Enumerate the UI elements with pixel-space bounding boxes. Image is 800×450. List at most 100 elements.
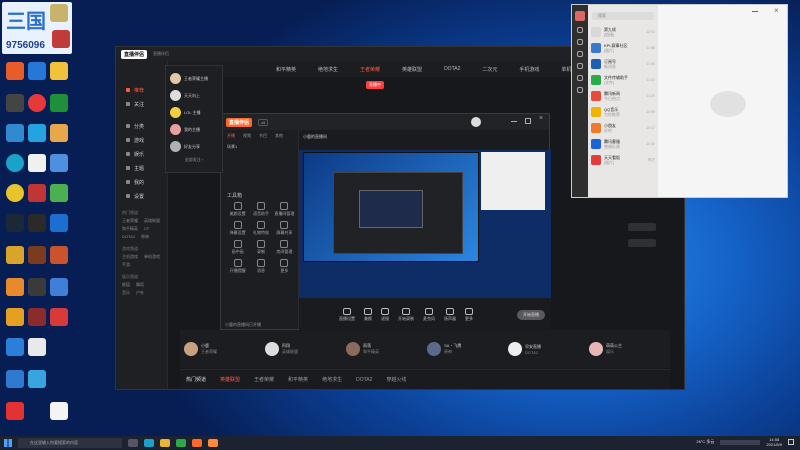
app-icon[interactable]	[6, 278, 24, 296]
following-item[interactable]: 我的主播	[166, 121, 222, 138]
tool-item[interactable]: 美颜设置	[226, 202, 249, 217]
tab-0[interactable]: 开播	[227, 133, 235, 139]
dropdown-footer-link[interactable]: 全部关注 ›	[166, 157, 222, 163]
maximize-icon[interactable]	[525, 118, 531, 124]
app-icon[interactable]	[52, 30, 70, 48]
control-button[interactable]: 扬声器	[444, 307, 456, 322]
top-nav-item[interactable]: 手机游戏	[519, 66, 539, 73]
app-icon[interactable]	[28, 246, 46, 264]
moments-icon[interactable]	[577, 75, 583, 81]
chat-item[interactable]: 小朋友 好的 10:47	[588, 120, 658, 136]
tool-item[interactable]: 消息	[249, 259, 272, 274]
following-item[interactable]: 天天向上	[166, 87, 222, 104]
sidebar-group-row[interactable]: 主机游戏 单机游戏	[116, 253, 167, 261]
top-nav-item[interactable]: DOTA2	[444, 66, 460, 72]
notification-icon[interactable]	[788, 439, 794, 445]
file-icon[interactable]	[28, 154, 46, 172]
sidebar-item[interactable]: 游戏	[116, 133, 167, 147]
stream-card[interactable]: 早安直播 DOTA2	[508, 342, 582, 356]
sidebar-item[interactable]: 娱乐	[116, 147, 167, 161]
contacts-icon[interactable]	[577, 39, 583, 45]
app-icon[interactable]	[28, 214, 46, 232]
sidebar-group-row[interactable]: DOTA2 原神	[116, 233, 167, 241]
chat-item[interactable]: 腾讯客服 感谢反馈 10:30	[588, 136, 658, 152]
minimize-icon[interactable]	[752, 11, 758, 12]
hot-tab[interactable]: 和平精英	[288, 376, 308, 383]
app-icon[interactable]	[6, 338, 24, 356]
control-button[interactable]: 麦克风	[423, 307, 435, 322]
close-icon[interactable]: ×	[774, 6, 779, 15]
sidebar-item[interactable]: 我的	[116, 175, 167, 189]
top-nav-item[interactable]: 和平精英	[276, 66, 296, 73]
folder-icon[interactable]	[160, 439, 170, 447]
tool-item[interactable]: 弹幕设置	[226, 221, 249, 236]
hot-tab[interactable]: DOTA2	[356, 377, 372, 383]
app-icon[interactable]	[28, 338, 46, 356]
app-icon[interactable]	[28, 278, 46, 296]
scene-label[interactable]: 场景1	[221, 142, 298, 152]
tab-2[interactable]: 节目	[259, 133, 267, 139]
streamer-app-icon[interactable]	[192, 439, 202, 447]
app-icon[interactable]	[6, 94, 24, 112]
stream-card[interactable]: 雨落 和平精英	[346, 342, 420, 356]
tool-item[interactable]: 更多	[273, 259, 296, 274]
edge-icon[interactable]	[6, 154, 24, 172]
steam-icon[interactable]	[6, 214, 24, 232]
avatar[interactable]	[575, 11, 585, 21]
app-icon[interactable]	[50, 62, 68, 80]
tool-item[interactable]: 房间管理	[273, 240, 296, 255]
start-live-button[interactable]: 开始直播	[517, 310, 545, 320]
side-panel-button[interactable]	[628, 223, 656, 231]
minimize-icon[interactable]	[511, 121, 517, 122]
app-icon[interactable]	[50, 214, 68, 232]
app-icon[interactable]	[6, 308, 24, 326]
stream-card[interactable]: 萌萌公主 娱乐	[589, 342, 663, 356]
hot-tab[interactable]: 绝地求生	[322, 376, 342, 383]
chat-item[interactable]: 第九帧 [链接] 12:01	[588, 24, 658, 40]
control-button[interactable]: 直播设置	[339, 307, 355, 322]
app-icon[interactable]	[50, 4, 68, 22]
file-icon[interactable]	[50, 402, 68, 420]
side-panel-button[interactable]	[628, 239, 656, 247]
following-item[interactable]: LOL 主播	[166, 104, 222, 121]
settings-icon[interactable]	[577, 87, 583, 93]
app-icon[interactable]	[208, 439, 218, 447]
weather[interactable]: 26°C 多云	[696, 439, 714, 445]
tray-icons[interactable]	[720, 439, 761, 445]
tool-item[interactable]: 语音助手	[249, 202, 272, 217]
sidebar-group-row[interactable]: 王者荣耀 英雄联盟	[116, 217, 167, 225]
chat-item[interactable]: QQ音乐 为你推荐 10:59	[588, 104, 658, 120]
folder-icon[interactable]	[577, 63, 583, 69]
app-icon[interactable]	[50, 278, 68, 296]
app-icon[interactable]	[6, 62, 24, 80]
app-icon[interactable]	[6, 402, 24, 420]
control-button[interactable]: 滤镜	[381, 307, 389, 322]
sidebar-group-row[interactable]: 颜值 舞蹈	[116, 281, 167, 289]
app-icon[interactable]	[50, 154, 68, 172]
wechat-icon[interactable]	[176, 439, 186, 447]
stream-card[interactable]: SA・飞鹰 原神	[427, 342, 501, 356]
sidebar-item[interactable]: 分类	[116, 119, 167, 133]
avatar[interactable]	[471, 117, 481, 127]
app-icon[interactable]	[50, 308, 68, 326]
taskbar-search-input[interactable]: 在这里输入你要搜索的内容	[18, 438, 122, 448]
app-icon[interactable]	[50, 124, 68, 142]
chat-item[interactable]: 腾讯新闻 今日热点 11:20	[588, 88, 658, 104]
app-icon[interactable]	[6, 246, 24, 264]
favorites-icon[interactable]	[577, 51, 583, 57]
control-button[interactable]: 更多	[465, 307, 473, 322]
chrome-icon[interactable]	[6, 184, 24, 202]
sidebar-item[interactable]: 推荐	[116, 83, 167, 97]
sidebar-group-row[interactable]: 音乐 户外	[116, 289, 167, 297]
top-nav-item[interactable]: 王者荣耀	[360, 66, 380, 73]
sidebar-group-row[interactable]: 手游	[116, 261, 167, 269]
control-button[interactable]: 美颜	[364, 307, 372, 322]
chat-item[interactable]: 订阅号 新消息 11:40	[588, 56, 658, 72]
search-input[interactable]: 搜索	[592, 12, 654, 20]
top-nav-item[interactable]: 单机	[561, 66, 571, 73]
tab-1[interactable]: 视频	[243, 133, 251, 139]
sidebar-item[interactable]: 主题	[116, 161, 167, 175]
chat-icon[interactable]	[577, 27, 583, 33]
app-icon[interactable]	[28, 184, 46, 202]
tool-item[interactable]: 开播提醒	[226, 259, 249, 274]
